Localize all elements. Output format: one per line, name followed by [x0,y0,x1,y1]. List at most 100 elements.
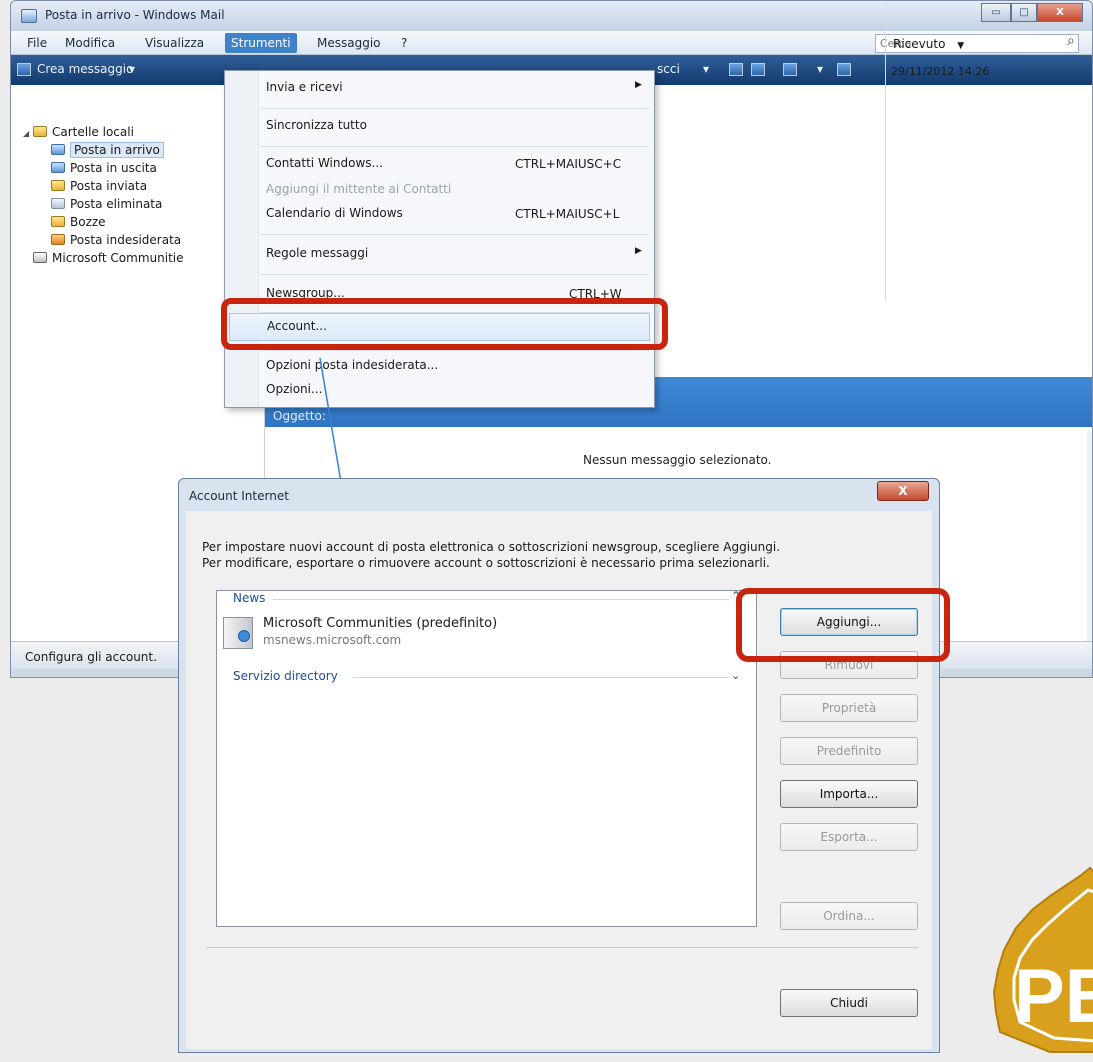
import-button[interactable]: Importa... [780,780,918,808]
tree-item-communities[interactable]: Microsoft Communitie [11,249,184,267]
menu-item-options[interactable]: Opzioni... [225,377,654,405]
tree-label: Posta indesiderata [70,233,182,247]
newsgroup-icon [33,252,47,263]
menu-item-label: Calendario di Windows [266,206,403,220]
tools-menu: Invia e ricevi ▶ Sincronizza tutto Conta… [224,70,655,408]
menu-item-send-receive[interactable]: Invia e ricevi ▶ [225,75,654,103]
folder-tree: ◢ Cartelle locali Posta in arrivo Posta i… [23,123,184,267]
message-received-date[interactable]: 29/11/2012 14.26 [891,65,989,78]
tree-item-sent[interactable]: Posta inviata [23,177,184,195]
account-internet-dialog: Account Internet X Per impostare nuovi a… [178,478,940,1053]
submenu-arrow-icon: ▶ [635,246,642,256]
export-button[interactable]: Esporta... [780,823,918,851]
news-server-icon [223,617,253,649]
menu-separator [261,108,649,109]
seal-text: PE [1014,954,1093,1039]
expand-chevron-icon[interactable]: ⌄ [731,669,740,682]
dialog-close-action-button[interactable]: Chiudi [780,989,918,1017]
tree-item-inbox[interactable]: Posta in arrivo [23,141,184,159]
menu-item-sync-all[interactable]: Sincronizza tutto [225,113,654,141]
group-header-directory[interactable]: Servizio directory [233,669,338,683]
toolbar-dropdown-icon[interactable]: ▾ [703,62,709,76]
column-divider[interactable] [885,1,886,301]
tree-item-local-folders[interactable]: ◢ Cartelle locali [23,123,184,141]
menu-separator [261,274,649,275]
account-name[interactable]: Microsoft Communities (predefinito) [263,616,497,631]
instructions-line-1: Per impostare nuovi account di posta ele… [202,540,781,554]
title-bar[interactable]: Posta in arrivo - Windows Mail ▭ □ X [11,1,1092,31]
expand-caret-icon[interactable]: ◢ [23,125,33,143]
account-list[interactable]: News ⌃ Microsoft Communities (predefinit… [216,589,757,927]
instructions-line-2: Per modificare, esportare o rimuovere ac… [202,556,770,570]
add-highlight-annotation [736,588,950,662]
new-message-button[interactable]: Crea messaggio [37,62,133,76]
menu-separator [261,350,649,351]
dialog-close-button[interactable]: X [877,481,929,501]
minimize-button[interactable]: ▭ [981,3,1011,22]
search-icon[interactable]: ⌕ [1067,33,1075,49]
seal-logo: PE [992,866,1093,1053]
toolbar-partial-label[interactable]: scci [657,62,680,76]
menu-file[interactable]: File [21,33,53,53]
tree-item-junk[interactable]: Posta indesiderata [23,231,184,249]
folder-icon [33,126,47,137]
new-message-icon [17,63,31,76]
tree-label: Microsoft Communitie [52,251,184,265]
menu-help[interactable]: ? [395,33,413,53]
menu-item-shortcut: CTRL+MAIUSC+L [515,207,620,221]
outbox-icon [51,162,65,173]
dialog-separator [206,947,918,948]
tree-item-drafts[interactable]: Bozze [23,213,184,231]
menu-item-label: Aggiungi il mittente ai Contatti [266,182,452,196]
menu-messaggio[interactable]: Messaggio [311,33,387,53]
contacts-icon[interactable] [729,63,743,76]
menu-item-message-rules[interactable]: Regole messaggi ▶ [225,241,654,269]
group-divider [273,599,729,600]
tree-label: Bozze [70,215,106,229]
tree-item-deleted[interactable]: Posta eliminata [23,195,184,213]
send-receive-icon[interactable] [783,63,797,76]
status-text: Configura gli account. [25,650,157,664]
account-highlight-annotation [221,298,668,350]
tree-label: Posta in uscita [70,161,157,175]
properties-button[interactable]: Proprietà [780,694,918,722]
menu-item-label: Invia e ricevi [266,80,343,94]
dialog-instructions: Per impostare nuovi account di posta ele… [202,539,780,571]
preview-scrollbar[interactable] [1087,431,1092,641]
calendar-icon[interactable] [751,63,765,76]
menu-modifica[interactable]: Modifica [59,33,121,53]
group-divider [353,677,729,678]
new-message-dropdown-icon[interactable]: ▾ [129,62,135,76]
window-title: Posta in arrivo - Windows Mail [45,8,225,22]
dialog-title: Account Internet [189,489,289,503]
sort-arrow-icon[interactable]: ▼ [957,41,964,51]
menu-separator [261,234,649,235]
window-controls: ▭ □ X [981,3,1085,23]
mail-app-icon [21,9,37,23]
menu-visualizza[interactable]: Visualizza [139,33,210,53]
received-column-header[interactable]: Ricevuto ▼ [893,37,964,51]
received-header-label: Ricevuto [893,37,946,51]
set-default-button[interactable]: Predefinito [780,737,918,765]
layout-icon[interactable] [837,63,851,76]
sent-icon [51,180,65,191]
tree-label: Posta inviata [70,179,148,193]
menu-item-windows-calendar[interactable]: Calendario di Windows CTRL+MAIUSC+L [225,201,654,229]
menu-item-label: Regole messaggi [266,246,369,260]
tree-label: Cartelle locali [52,125,134,139]
order-button[interactable]: Ordina... [780,902,918,930]
close-button[interactable]: X [1037,3,1083,22]
menu-strumenti[interactable]: Strumenti [225,33,297,53]
trash-icon [51,198,65,209]
inbox-icon [51,144,65,155]
menu-item-windows-contacts[interactable]: Contatti Windows... CTRL+MAIUSC+C [225,151,654,179]
menu-item-shortcut: CTRL+MAIUSC+C [515,157,622,171]
account-server: msnews.microsoft.com [263,633,402,647]
submenu-arrow-icon: ▶ [635,80,642,90]
layout-dropdown-icon[interactable]: ▾ [817,62,823,76]
preview-subject-label: Oggetto: [273,409,326,423]
maximize-button[interactable]: □ [1011,3,1037,22]
group-header-news[interactable]: News [233,591,265,605]
menu-separator [261,146,649,147]
tree-item-outbox[interactable]: Posta in uscita [23,159,184,177]
